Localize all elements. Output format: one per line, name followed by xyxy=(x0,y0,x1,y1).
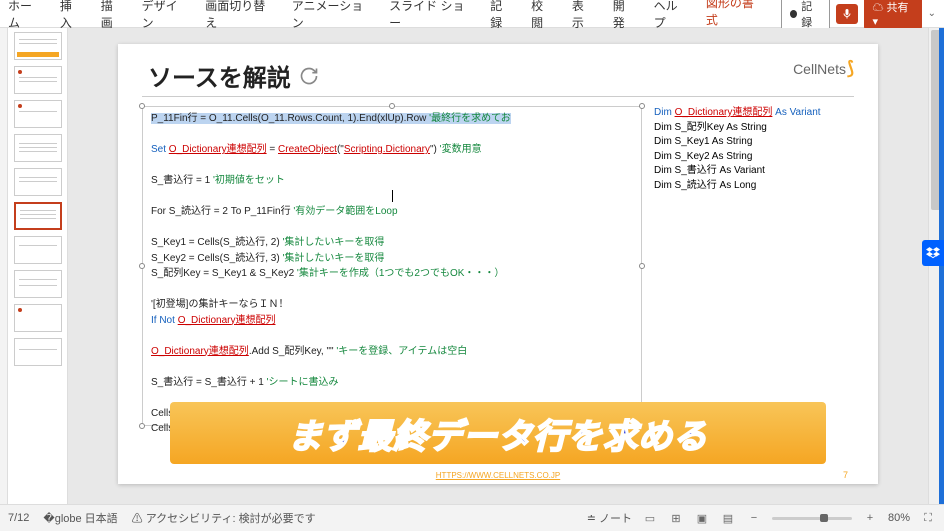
right-accent-bar xyxy=(939,28,944,504)
zoom-out-icon[interactable]: − xyxy=(746,510,762,526)
tab-animations[interactable]: アニメーション xyxy=(292,0,371,31)
slide-thumbnail[interactable] xyxy=(14,236,62,264)
notes-button[interactable]: ≐ ノート xyxy=(587,510,632,526)
tab-help[interactable]: ヘルプ xyxy=(654,0,688,31)
collapse-ribbon-icon[interactable]: ⌄ xyxy=(928,8,936,19)
code-content[interactable]: P_11Fin行 = O_11.Cells(O_11.Rows.Count, 1… xyxy=(143,107,641,441)
tab-home[interactable]: ホーム xyxy=(8,0,42,31)
caption-text: まず最終データ行を求める xyxy=(288,409,708,458)
tab-design[interactable]: デザイン xyxy=(142,0,188,31)
slide-thumbnail[interactable] xyxy=(14,32,62,60)
slide-thumbnail[interactable] xyxy=(14,66,62,94)
slideshow-view-icon[interactable]: ▤ xyxy=(720,510,736,526)
tab-insert[interactable]: 挿入 xyxy=(60,0,83,31)
slide-number: 7 xyxy=(843,470,848,480)
cellnets-logo: CellNets⟆ xyxy=(793,58,854,79)
left-rail xyxy=(0,28,8,504)
title-divider xyxy=(142,96,854,97)
tab-record[interactable]: 記録 xyxy=(490,0,513,31)
tab-draw[interactable]: 描画 xyxy=(101,0,124,31)
zoom-level[interactable]: 80% xyxy=(888,512,910,524)
tab-transitions[interactable]: 画面切り替え xyxy=(205,0,273,31)
zoom-slider[interactable] xyxy=(772,517,852,520)
slide-thumbnail[interactable] xyxy=(14,100,62,128)
share-button[interactable]: ☁ 共有 ▾ xyxy=(864,0,921,30)
ribbon-tabs: ホーム 挿入 描画 デザイン 画面切り替え アニメーション スライド ショー 記… xyxy=(0,0,944,28)
caption-banner: まず最終データ行を求める xyxy=(170,402,826,464)
code-textbox[interactable]: P_11Fin行 = O_11.Cells(O_11.Rows.Count, 1… xyxy=(142,106,642,426)
tab-developer[interactable]: 開発 xyxy=(613,0,636,31)
footer-url: HTTPS://WWW.CELLNETS.CO.JP xyxy=(436,471,560,480)
slide-counter: 7/12 xyxy=(8,512,29,524)
fit-window-icon[interactable]: ⛶ xyxy=(920,510,936,526)
normal-view-icon[interactable]: ▭ xyxy=(642,510,658,526)
slide-thumbnail[interactable] xyxy=(14,270,62,298)
sorter-view-icon[interactable]: ⊞ xyxy=(668,510,684,526)
tab-review[interactable]: 校閲 xyxy=(531,0,554,31)
tab-slideshow[interactable]: スライド ショー xyxy=(389,0,472,31)
refresh-icon xyxy=(299,66,319,86)
accessibility-status[interactable]: ⚠ アクセシビリティ: 検討が必要です xyxy=(132,510,316,526)
slide-thumbnail[interactable] xyxy=(14,338,62,366)
thumbnail-panel[interactable] xyxy=(8,28,68,504)
language-indicator[interactable]: �globe 日本語 xyxy=(43,510,117,526)
tab-view[interactable]: 表示 xyxy=(572,0,595,31)
reading-view-icon[interactable]: ▣ xyxy=(694,510,710,526)
mic-button[interactable] xyxy=(836,4,858,24)
slide-title: ソースを解説 xyxy=(148,58,319,93)
declarations-box: Dim O_Dictionary連想配列 As Variant Dim S_配列… xyxy=(654,106,854,193)
slide-thumbnail[interactable] xyxy=(14,168,62,196)
slide-thumbnail-current[interactable] xyxy=(14,202,62,230)
slide-thumbnail[interactable] xyxy=(14,304,62,332)
slide-thumbnail[interactable] xyxy=(14,134,62,162)
slide: ソースを解説 CellNets⟆ P_11Fin行 = O_11.Cells(O… xyxy=(118,44,878,484)
dropbox-badge[interactable] xyxy=(922,240,944,266)
slide-canvas[interactable]: ソースを解説 CellNets⟆ P_11Fin行 = O_11.Cells(O… xyxy=(68,28,928,504)
zoom-in-icon[interactable]: + xyxy=(862,510,878,526)
text-cursor xyxy=(392,190,393,202)
status-bar: 7/12 �globe 日本語 ⚠ アクセシビリティ: 検討が必要です ≐ ノー… xyxy=(0,504,944,531)
